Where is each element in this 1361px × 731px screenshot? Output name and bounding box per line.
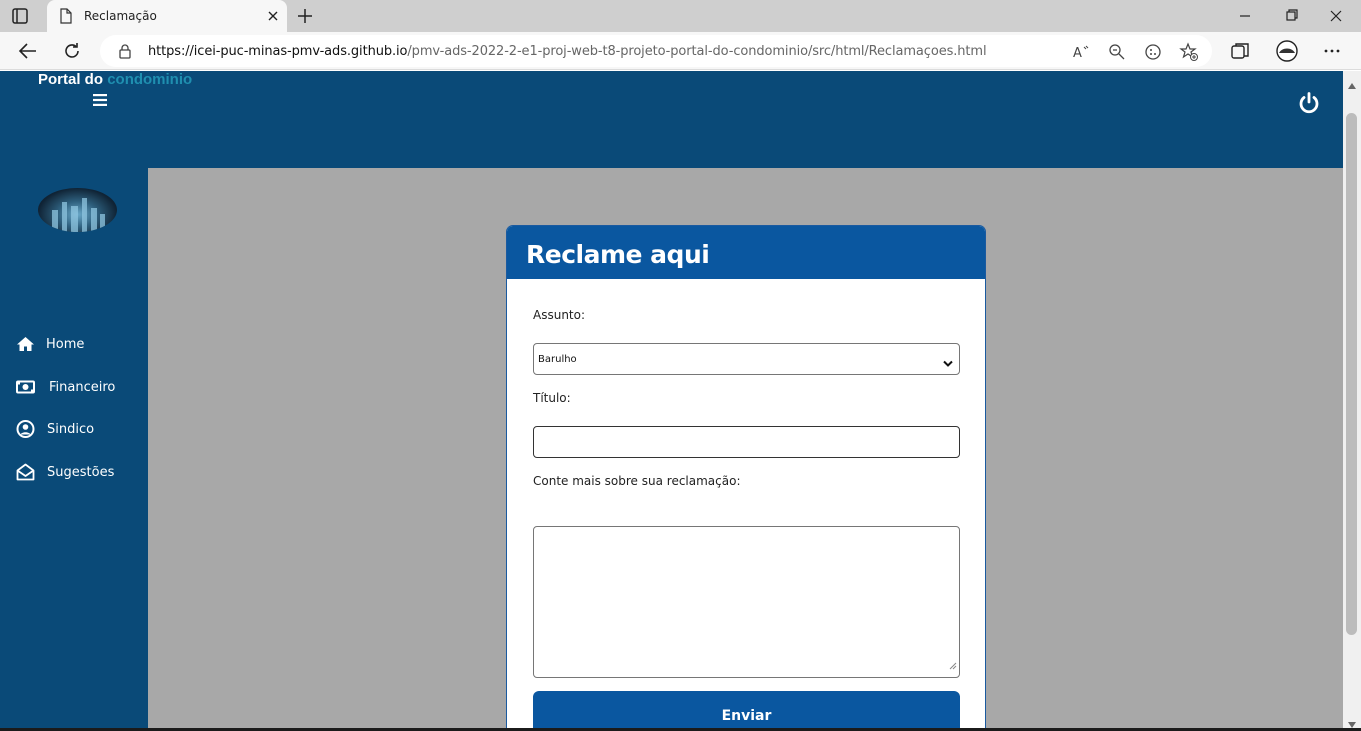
back-icon[interactable] — [16, 39, 40, 63]
sidebar: Home Financeiro Sindico Sugestões — [0, 168, 148, 728]
url-host: https://icei-puc-minas-pmv-ads.github.io — [148, 44, 408, 59]
home-icon — [16, 335, 35, 353]
url-text[interactable]: https://icei-puc-minas-pmv-ads.github.io… — [148, 44, 987, 59]
address-bar[interactable]: https://icei-puc-minas-pmv-ads.github.io… — [100, 35, 1212, 67]
brand-accent: condominio — [107, 71, 193, 88]
logout-power-icon[interactable] — [1297, 91, 1321, 115]
minimize-icon[interactable] — [1231, 4, 1259, 28]
scrollbar-thumb[interactable] — [1346, 113, 1357, 635]
details-label: Conte mais sobre sua reclamação: — [533, 474, 741, 488]
sidebar-item-sugestoes[interactable]: Sugestões — [0, 458, 148, 488]
refresh-icon[interactable] — [60, 39, 84, 63]
tracking-prevention-icon[interactable] — [1143, 42, 1163, 62]
page-icon — [59, 8, 73, 29]
submit-button-label: Enviar — [721, 708, 772, 724]
money-icon — [16, 378, 35, 396]
svg-text:A: A — [1073, 46, 1082, 61]
tab-actions-icon[interactable] — [10, 6, 30, 26]
condominium-image — [38, 188, 117, 232]
read-aloud-icon[interactable]: A — [1071, 42, 1091, 62]
form-title: Reclame aqui — [526, 240, 710, 269]
title-input[interactable] — [533, 426, 960, 458]
sidebar-item-label: Financeiro — [49, 380, 116, 395]
sidebar-item-financeiro[interactable]: Financeiro — [0, 373, 148, 403]
browser-tab-bar: Reclamação — [0, 0, 1361, 32]
zoom-out-icon[interactable] — [1107, 42, 1127, 62]
close-tab-icon[interactable] — [264, 7, 282, 25]
profile-avatar[interactable] — [1275, 39, 1299, 63]
sidebar-item-label: Sindico — [47, 422, 95, 437]
more-menu-icon[interactable] — [1320, 39, 1344, 63]
page-viewport: Portal do condominio Home Financeiro Sin… — [0, 71, 1343, 728]
chevron-down-icon — [943, 355, 953, 373]
title-label: Título: — [533, 391, 571, 405]
complaint-form-card: Reclame aqui Assunto: Barulho Título: Co… — [506, 225, 986, 728]
sidebar-item-home[interactable]: Home — [0, 330, 148, 360]
add-favorite-icon[interactable] — [1179, 42, 1199, 62]
top-navbar: Portal do condominio — [0, 71, 1343, 168]
resize-handle-icon[interactable] — [948, 657, 957, 675]
submit-button[interactable]: Enviar — [533, 691, 960, 728]
page-scrollbar[interactable] — [1343, 71, 1361, 728]
browser-tab[interactable]: Reclamação — [47, 0, 287, 32]
card-header: Reclame aqui — [507, 226, 985, 279]
collections-icon[interactable] — [1228, 39, 1252, 63]
subject-select[interactable]: Barulho — [533, 343, 960, 375]
site-brand[interactable]: Portal do condominio — [38, 71, 192, 88]
browser-toolbar: https://icei-puc-minas-pmv-ads.github.io… — [0, 32, 1361, 70]
url-path: /pmv-ads-2022-2-e1-proj-web-t8-projeto-p… — [407, 44, 987, 59]
details-textarea[interactable] — [533, 526, 960, 678]
restore-icon[interactable] — [1277, 4, 1305, 28]
subject-selected-value: Barulho — [538, 354, 577, 365]
scroll-up-icon[interactable] — [1348, 76, 1356, 94]
subject-label: Assunto: — [533, 308, 586, 322]
new-tab-icon[interactable] — [294, 5, 316, 27]
brand-prefix: Portal do — [38, 71, 104, 88]
tab-title: Reclamação — [84, 9, 157, 23]
envelope-open-icon — [16, 463, 35, 481]
close-window-icon[interactable] — [1322, 4, 1350, 28]
sidebar-item-label: Sugestões — [47, 465, 115, 480]
sidebar-item-sindico[interactable]: Sindico — [0, 415, 148, 445]
menu-toggle-icon[interactable] — [93, 93, 107, 106]
lock-icon[interactable] — [118, 43, 132, 64]
sidebar-item-label: Home — [46, 337, 85, 352]
user-circle-icon — [16, 420, 35, 438]
